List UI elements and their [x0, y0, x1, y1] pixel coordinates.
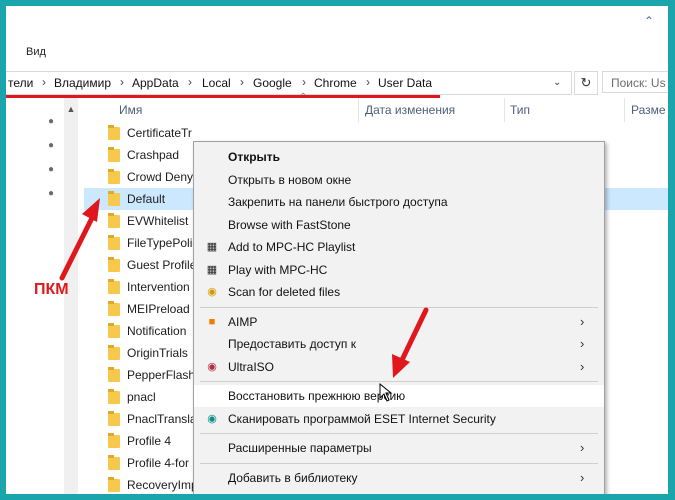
annotation-arrows [59, 198, 429, 402]
mouse-cursor-icon [379, 382, 393, 402]
annotation-arrow-left [59, 198, 100, 281]
annotation-arrow-right [392, 307, 429, 378]
